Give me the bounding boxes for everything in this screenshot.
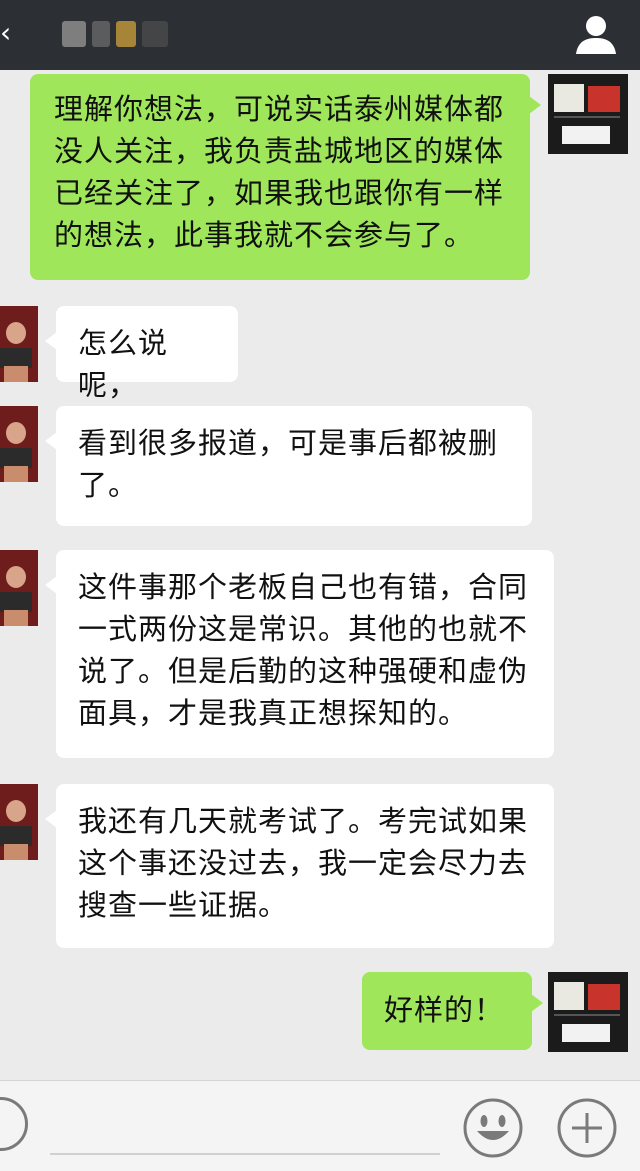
message-input[interactable]	[50, 1153, 440, 1155]
message-bubble-received[interactable]: 这件事那个老板自己也有错，合同一式两份这是常识。其他的也就不说了。但是后勤的这种…	[56, 550, 554, 758]
contact-name-blurred	[62, 14, 174, 54]
contact-avatar[interactable]	[0, 550, 38, 626]
message-bubble-sent[interactable]: 好样的！	[362, 972, 532, 1050]
message-bubble-received[interactable]: 我还有几天就考试了。考完试如果这个事还没过去，我一定会尽力去搜查一些证据。	[56, 784, 554, 948]
message-bubble-received[interactable]: 怎么说呢，	[56, 306, 238, 382]
contact-avatar[interactable]	[0, 406, 38, 482]
message-text: 怎么说呢，	[78, 326, 168, 402]
message-text: 好样的！	[384, 993, 504, 1027]
message-text: 我还有几天就考试了。考完试如果这个事还没过去，我一定会尽力去搜查一些证据。	[78, 804, 528, 922]
back-arrow-icon[interactable]: ‹	[0, 18, 14, 48]
message-text: 这件事那个老板自己也有错，合同一式两份这是常识。其他的也就不说了。但是后勤的这种…	[78, 570, 528, 730]
message-bubble-received[interactable]: 看到很多报道，可是事后都被删了。	[56, 406, 532, 526]
message-bubble-sent[interactable]: 理解你想法，可说实话泰州媒体都没人关注，我负责盐城地区的媒体已经关注了，如果我也…	[30, 74, 530, 280]
emoji-icon[interactable]	[462, 1097, 524, 1159]
input-bar	[0, 1080, 640, 1171]
my-avatar[interactable]	[548, 972, 628, 1052]
contact-avatar[interactable]	[0, 784, 38, 860]
message-text: 看到很多报道，可是事后都被删了。	[78, 426, 498, 502]
message-text: 理解你想法，可说实话泰州媒体都没人关注，我负责盐城地区的媒体已经关注了，如果我也…	[54, 92, 504, 252]
plus-icon[interactable]	[556, 1097, 618, 1159]
contact-avatar[interactable]	[0, 306, 38, 382]
voice-icon[interactable]	[0, 1097, 28, 1151]
person-icon[interactable]	[574, 12, 618, 56]
my-avatar[interactable]	[548, 74, 628, 154]
chat-header: ‹	[0, 0, 640, 70]
